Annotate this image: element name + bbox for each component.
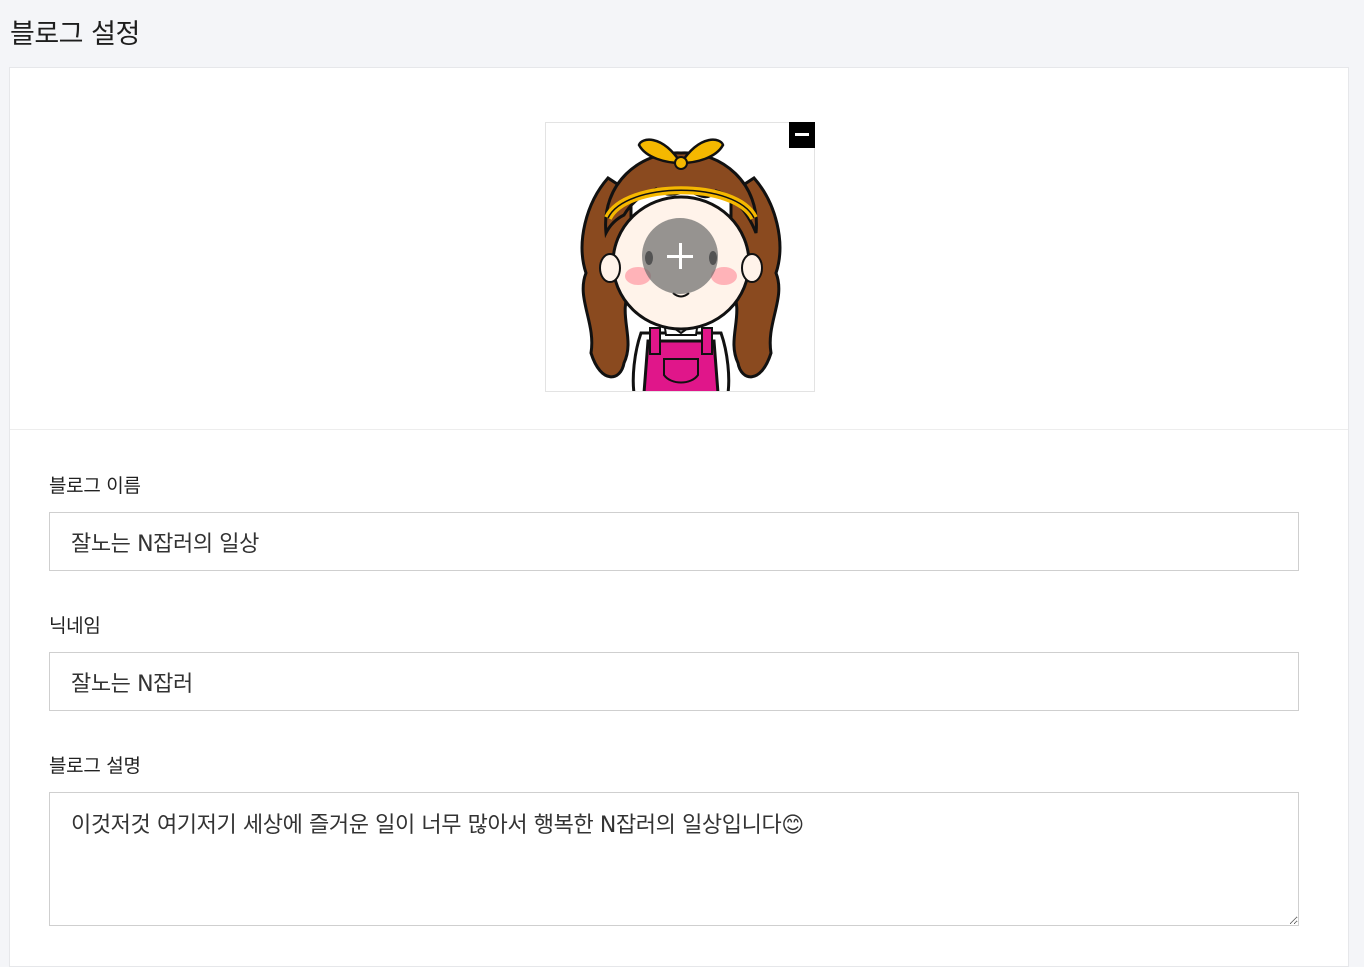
upload-image-button[interactable]	[642, 218, 718, 294]
page-title: 블로그 설정	[10, 19, 140, 50]
nickname-input[interactable]	[49, 652, 1299, 711]
blog-name-label: 블로그 이름	[49, 475, 141, 497]
blog-settings-panel: 블로그 이름 닉네임 블로그 설명 이것저것 여기저기 세상에 즐거운 일이 너…	[9, 67, 1349, 967]
remove-image-button[interactable]	[789, 122, 815, 148]
minus-icon	[795, 133, 809, 136]
nickname-label: 닉네임	[49, 615, 101, 637]
blog-description-label: 블로그 설명	[49, 755, 141, 777]
profile-image-section	[10, 68, 1348, 430]
blog-name-input[interactable]	[49, 512, 1299, 571]
blog-description-textarea[interactable]: 이것저것 여기저기 세상에 즐거운 일이 너무 많아서 행복한 N잡러의 일상입…	[49, 792, 1299, 926]
